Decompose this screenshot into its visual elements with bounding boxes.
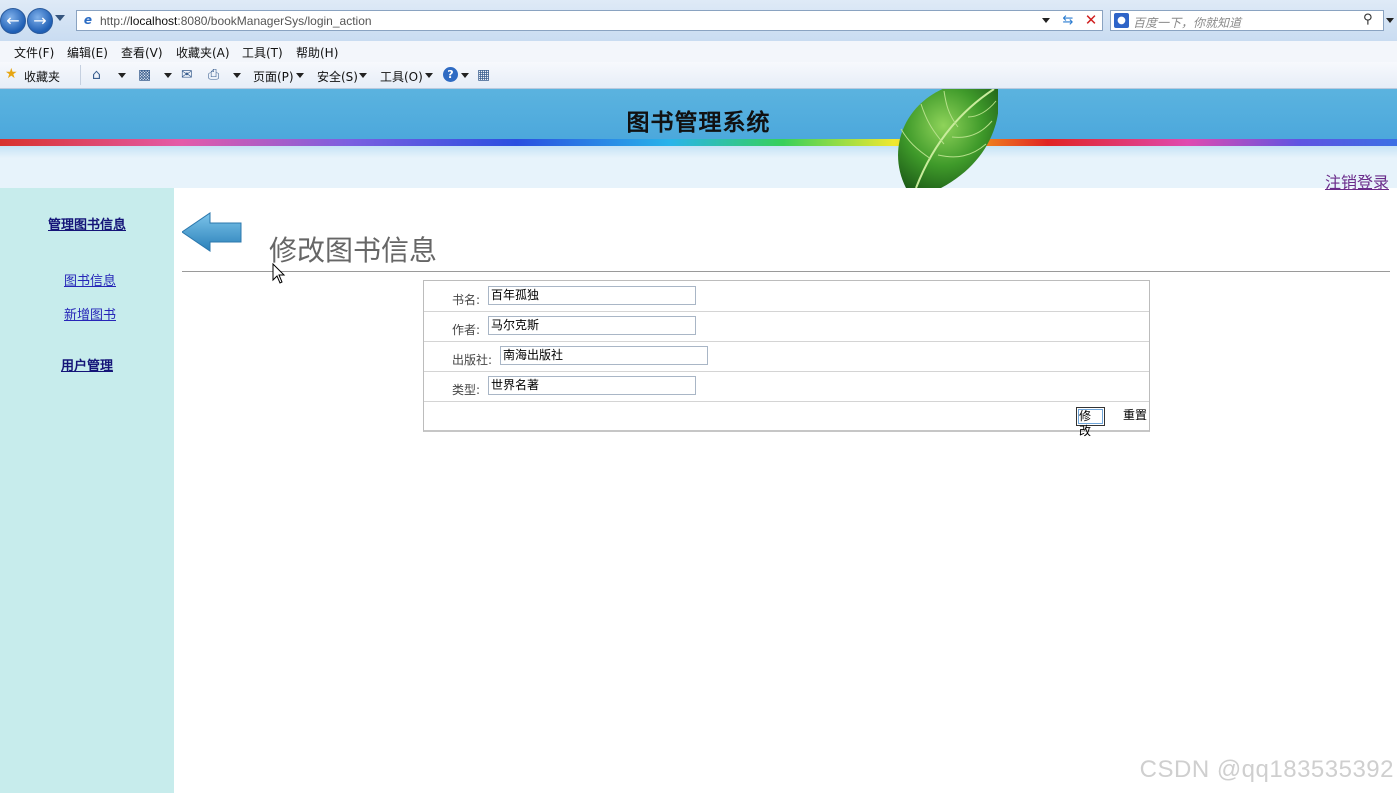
tools-menu[interactable]: 工具(O) [380, 68, 423, 85]
search-placeholder: 百度一下，你就知道 [1133, 16, 1242, 30]
menu-bar: 文件(F) 编辑(E) 查看(V) 收藏夹(A) 工具(T) 帮助(H) [0, 41, 1397, 63]
url-prefix: http:// [100, 14, 131, 28]
form-row-actions: 修改 重置 [424, 401, 1149, 438]
banner-fade [0, 146, 1397, 158]
command-bar: ★ 收藏夹 ⌂ ▩ ✉ ⎙ 页面(P) 安全(S) 工具(O) ? ▦ [0, 62, 1397, 89]
back-arrow-icon[interactable] [181, 211, 242, 256]
toolbar-separator [80, 65, 81, 85]
search-dropdown-icon[interactable] [1386, 18, 1394, 23]
name-label: 书名: [452, 293, 481, 307]
url-host: localhost [130, 14, 178, 28]
publisher-label: 出版社: [452, 353, 493, 367]
help-icon[interactable]: ? [443, 67, 458, 82]
feeds-dropdown-icon[interactable] [164, 73, 172, 78]
sidebar: 管理图书信息 图书信息 新增图书 用户管理 [0, 188, 174, 793]
csdn-watermark: CSDN @qq183535392 [1139, 756, 1394, 783]
menu-edit[interactable]: 编辑(E) [67, 44, 108, 61]
safety-dropdown-icon[interactable] [359, 73, 367, 78]
menu-tools[interactable]: 工具(T) [242, 44, 283, 61]
page-menu[interactable]: 页面(P) [253, 68, 294, 85]
forward-icon[interactable]: → [27, 8, 53, 34]
name-input[interactable]: 百年孤独 [488, 286, 696, 305]
mouse-cursor-icon [272, 262, 286, 288]
sidebar-section-users[interactable]: 用户管理 [0, 355, 174, 374]
reset-button[interactable]: 重置 [1121, 407, 1149, 426]
modify-button[interactable]: 修改 [1076, 407, 1105, 438]
tools-dropdown-icon[interactable] [425, 73, 433, 78]
baidu-logo-icon: ● [1114, 13, 1129, 28]
feeds-icon[interactable]: ▩ [138, 67, 151, 83]
author-input[interactable]: 马尔克斯 [488, 316, 696, 335]
favorites-star-icon[interactable]: ★ [5, 67, 18, 81]
sidebar-section-books[interactable]: 管理图书信息 [0, 214, 174, 233]
mail-icon[interactable]: ✉ [181, 67, 193, 83]
stop-icon[interactable]: ✕ [1081, 11, 1101, 30]
leaf-icon [886, 89, 998, 188]
help-dropdown-icon[interactable] [461, 73, 469, 78]
type-label: 类型: [452, 383, 481, 397]
form-row-publisher: 出版社: 南海出版社 [424, 341, 1149, 372]
banner-rainbow-stripe [0, 139, 1397, 146]
page-dropdown-icon[interactable] [296, 73, 304, 78]
site-banner: 图书管理系统 注销登录 [0, 89, 1397, 192]
logout-link[interactable]: 注销登录 [1325, 169, 1389, 193]
print-dropdown-icon[interactable] [233, 73, 241, 78]
safety-menu[interactable]: 安全(S) [317, 68, 358, 85]
history-dropdown-icon[interactable] [55, 15, 65, 21]
sidebar-item-book-info[interactable]: 图书信息 [0, 270, 180, 289]
url-dropdown-icon[interactable] [1042, 18, 1050, 23]
author-label: 作者: [452, 323, 481, 337]
sidebar-item-add-book[interactable]: 新增图书 [0, 304, 180, 323]
form-row-name: 书名: 百年孤独 [424, 281, 1149, 312]
form-row-type: 类型: 世界名著 [424, 371, 1149, 402]
refresh-icon[interactable]: ⇆ [1058, 11, 1078, 30]
browser-address-bar: ← → e http://localhost:8080/bookManagerS… [0, 0, 1397, 42]
edit-book-form: 书名: 百年孤独 作者: 马尔克斯 出版社: 南海出版社 类型: 世界名著 修改… [423, 280, 1150, 438]
menu-view[interactable]: 查看(V) [121, 44, 163, 61]
page-title: 修改图书信息 [269, 234, 438, 267]
home-dropdown-icon[interactable] [118, 73, 126, 78]
print-icon[interactable]: ⎙ [208, 67, 219, 83]
publisher-input[interactable]: 南海出版社 [500, 346, 708, 365]
search-icon[interactable]: ⚲ [1363, 12, 1373, 27]
ie-page-icon: e [83, 13, 93, 27]
form-row-author: 作者: 马尔克斯 [424, 311, 1149, 342]
back-icon[interactable]: ← [0, 8, 26, 34]
menu-help[interactable]: 帮助(H) [296, 44, 338, 61]
research-icon[interactable]: ▦ [477, 67, 490, 83]
url-input[interactable]: e http://localhost:8080/bookManagerSys/l… [76, 10, 1103, 31]
favorites-button[interactable]: 收藏夹 [24, 68, 60, 85]
system-title: 图书管理系统 [626, 109, 771, 136]
title-divider [182, 271, 1390, 272]
menu-favorites[interactable]: 收藏夹(A) [176, 44, 230, 61]
url-rest: :8080/bookManagerSys/login_action [177, 14, 372, 28]
home-icon[interactable]: ⌂ [92, 67, 101, 83]
type-input[interactable]: 世界名著 [488, 376, 696, 395]
menu-file[interactable]: 文件(F) [14, 44, 54, 61]
search-input[interactable]: ● 百度一下，你就知道 [1110, 10, 1384, 31]
